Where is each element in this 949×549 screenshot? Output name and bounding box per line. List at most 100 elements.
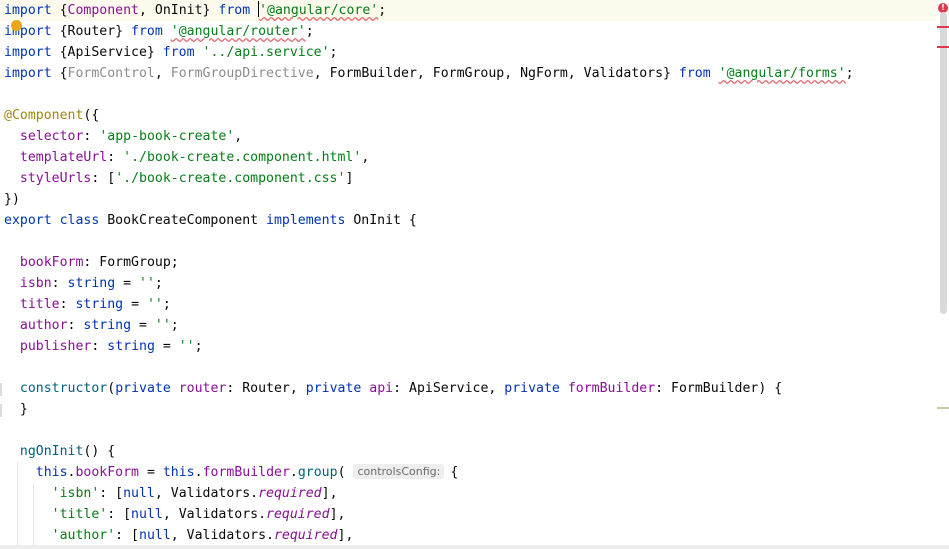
code-token: OnInit {: [353, 213, 417, 228]
code-token: ;: [305, 24, 314, 39]
code-token: : ApiService,: [393, 381, 505, 396]
code-line[interactable]: title: string = '';: [0, 294, 171, 315]
code-token: ]: [345, 171, 354, 186]
code-token: : [: [99, 486, 124, 501]
code-line[interactable]: selector: 'app-book-create',: [0, 126, 242, 147]
code-token: : Router,: [226, 381, 306, 396]
horizontal-scrollbar[interactable]: [0, 545, 949, 549]
code-token: FormGroupDirective: [170, 66, 314, 81]
code-token: }): [4, 192, 20, 207]
code-token: FormControl: [67, 66, 155, 81]
code-token: bookForm: [19, 255, 84, 270]
code-token: import: [4, 66, 60, 81]
code-token: from: [131, 24, 171, 39]
code-token: '': [154, 318, 171, 333]
code-token: }: [4, 402, 28, 417]
code-line[interactable]: [0, 357, 4, 378]
code-line[interactable]: constructor(private router: Router, priv…: [0, 378, 782, 399]
code-token: './book-create.component.css': [115, 171, 346, 186]
code-line[interactable]: [0, 420, 4, 441]
parameter-hint: controlsConfig:: [353, 464, 445, 479]
code-token: :: [83, 129, 100, 144]
warning-stripe[interactable]: [937, 407, 949, 409]
code-token: constructor: [19, 381, 108, 396]
code-line[interactable]: styleUrls: ['./book-create.component.css…: [0, 168, 354, 189]
code-token: 'title': [51, 507, 108, 522]
error-stripe[interactable]: [937, 46, 949, 48]
code-line[interactable]: 'author': [null, Validators.required],: [0, 525, 354, 546]
code-editor[interactable]: import {Component, OnInit} from '@angula…: [0, 0, 936, 549]
code-token: .: [289, 465, 298, 480]
code-token: group: [297, 465, 338, 480]
code-token: required: [258, 486, 322, 501]
code-token: {: [59, 3, 68, 18]
lightbulb-icon[interactable]: [11, 20, 22, 31]
code-token: : FormBuilder) {: [655, 381, 783, 396]
code-line[interactable]: publisher: string = '';: [0, 336, 203, 357]
code-line[interactable]: }: [0, 399, 28, 420]
code-token: () {: [83, 444, 116, 459]
code-line[interactable]: templateUrl: './book-create.component.ht…: [0, 147, 369, 168]
code-token: '@angular/core': [259, 3, 379, 18]
code-token: 'isbn': [51, 486, 100, 501]
scrollbar-thumb[interactable]: [940, 12, 947, 314]
code-line[interactable]: @Component({: [0, 105, 99, 126]
code-line[interactable]: import {FormControl, FormGroupDirective,…: [0, 63, 854, 84]
code-token: formBuilder: [202, 465, 290, 480]
code-token: =: [139, 465, 163, 480]
code-token: required: [266, 507, 330, 522]
code-token: : [: [115, 528, 139, 543]
code-token: Component: [67, 3, 139, 18]
code-token: ,: [361, 150, 370, 165]
code-line[interactable]: export class BookCreateComponent impleme…: [0, 210, 417, 231]
code-token: 'app-book-create': [99, 129, 235, 144]
code-token: : [: [91, 171, 116, 186]
code-token: '../api.service': [202, 45, 330, 60]
code-line[interactable]: [0, 84, 4, 105]
code-line[interactable]: import {Component, OnInit} from '@angula…: [0, 0, 936, 21]
code-token: './book-create.component.html': [123, 150, 362, 165]
code-token: ],: [329, 507, 346, 522]
code-token: publisher: [19, 339, 92, 354]
code-token: null: [123, 486, 155, 501]
code-token: (: [337, 465, 354, 480]
code-token: =: [139, 318, 155, 333]
code-token: null: [139, 528, 171, 543]
code-line[interactable]: import {ApiService} from '../api.service…: [0, 42, 338, 63]
code-token: bookForm: [75, 465, 140, 480]
code-line[interactable]: ngOnInit() {: [0, 441, 115, 462]
code-token: , Validators.: [162, 507, 267, 522]
code-token: ],: [337, 528, 354, 543]
code-token: ;: [154, 276, 163, 291]
code-line[interactable]: 'isbn': [null, Validators.required],: [0, 483, 338, 504]
code-token: {: [450, 465, 459, 480]
code-token: router: [178, 381, 227, 396]
code-line[interactable]: author: string = '';: [0, 315, 179, 336]
error-stripe[interactable]: [937, 26, 949, 28]
code-line[interactable]: import {Router} from '@angular/router';: [0, 21, 314, 42]
code-line[interactable]: }): [0, 189, 20, 210]
code-line[interactable]: this.bookForm = this.formBuilder.group( …: [0, 462, 458, 483]
code-token: , Validators.: [154, 486, 259, 501]
code-token: ],: [321, 486, 338, 501]
code-token: ;: [194, 339, 203, 354]
editor-scrollbar[interactable]: !: [936, 0, 949, 549]
code-token: isbn: [19, 276, 52, 291]
code-token: formBuilder: [567, 381, 656, 396]
code-line[interactable]: isbn: string = '';: [0, 273, 163, 294]
code-token: selector: [19, 129, 84, 144]
code-line[interactable]: bookForm: FormGroup;: [0, 252, 179, 273]
code-token: ;: [845, 66, 854, 81]
code-line[interactable]: [0, 231, 4, 252]
code-line[interactable]: 'title': [null, Validators.required],: [0, 504, 346, 525]
code-token: =: [162, 339, 179, 354]
code-token: string: [107, 339, 163, 354]
